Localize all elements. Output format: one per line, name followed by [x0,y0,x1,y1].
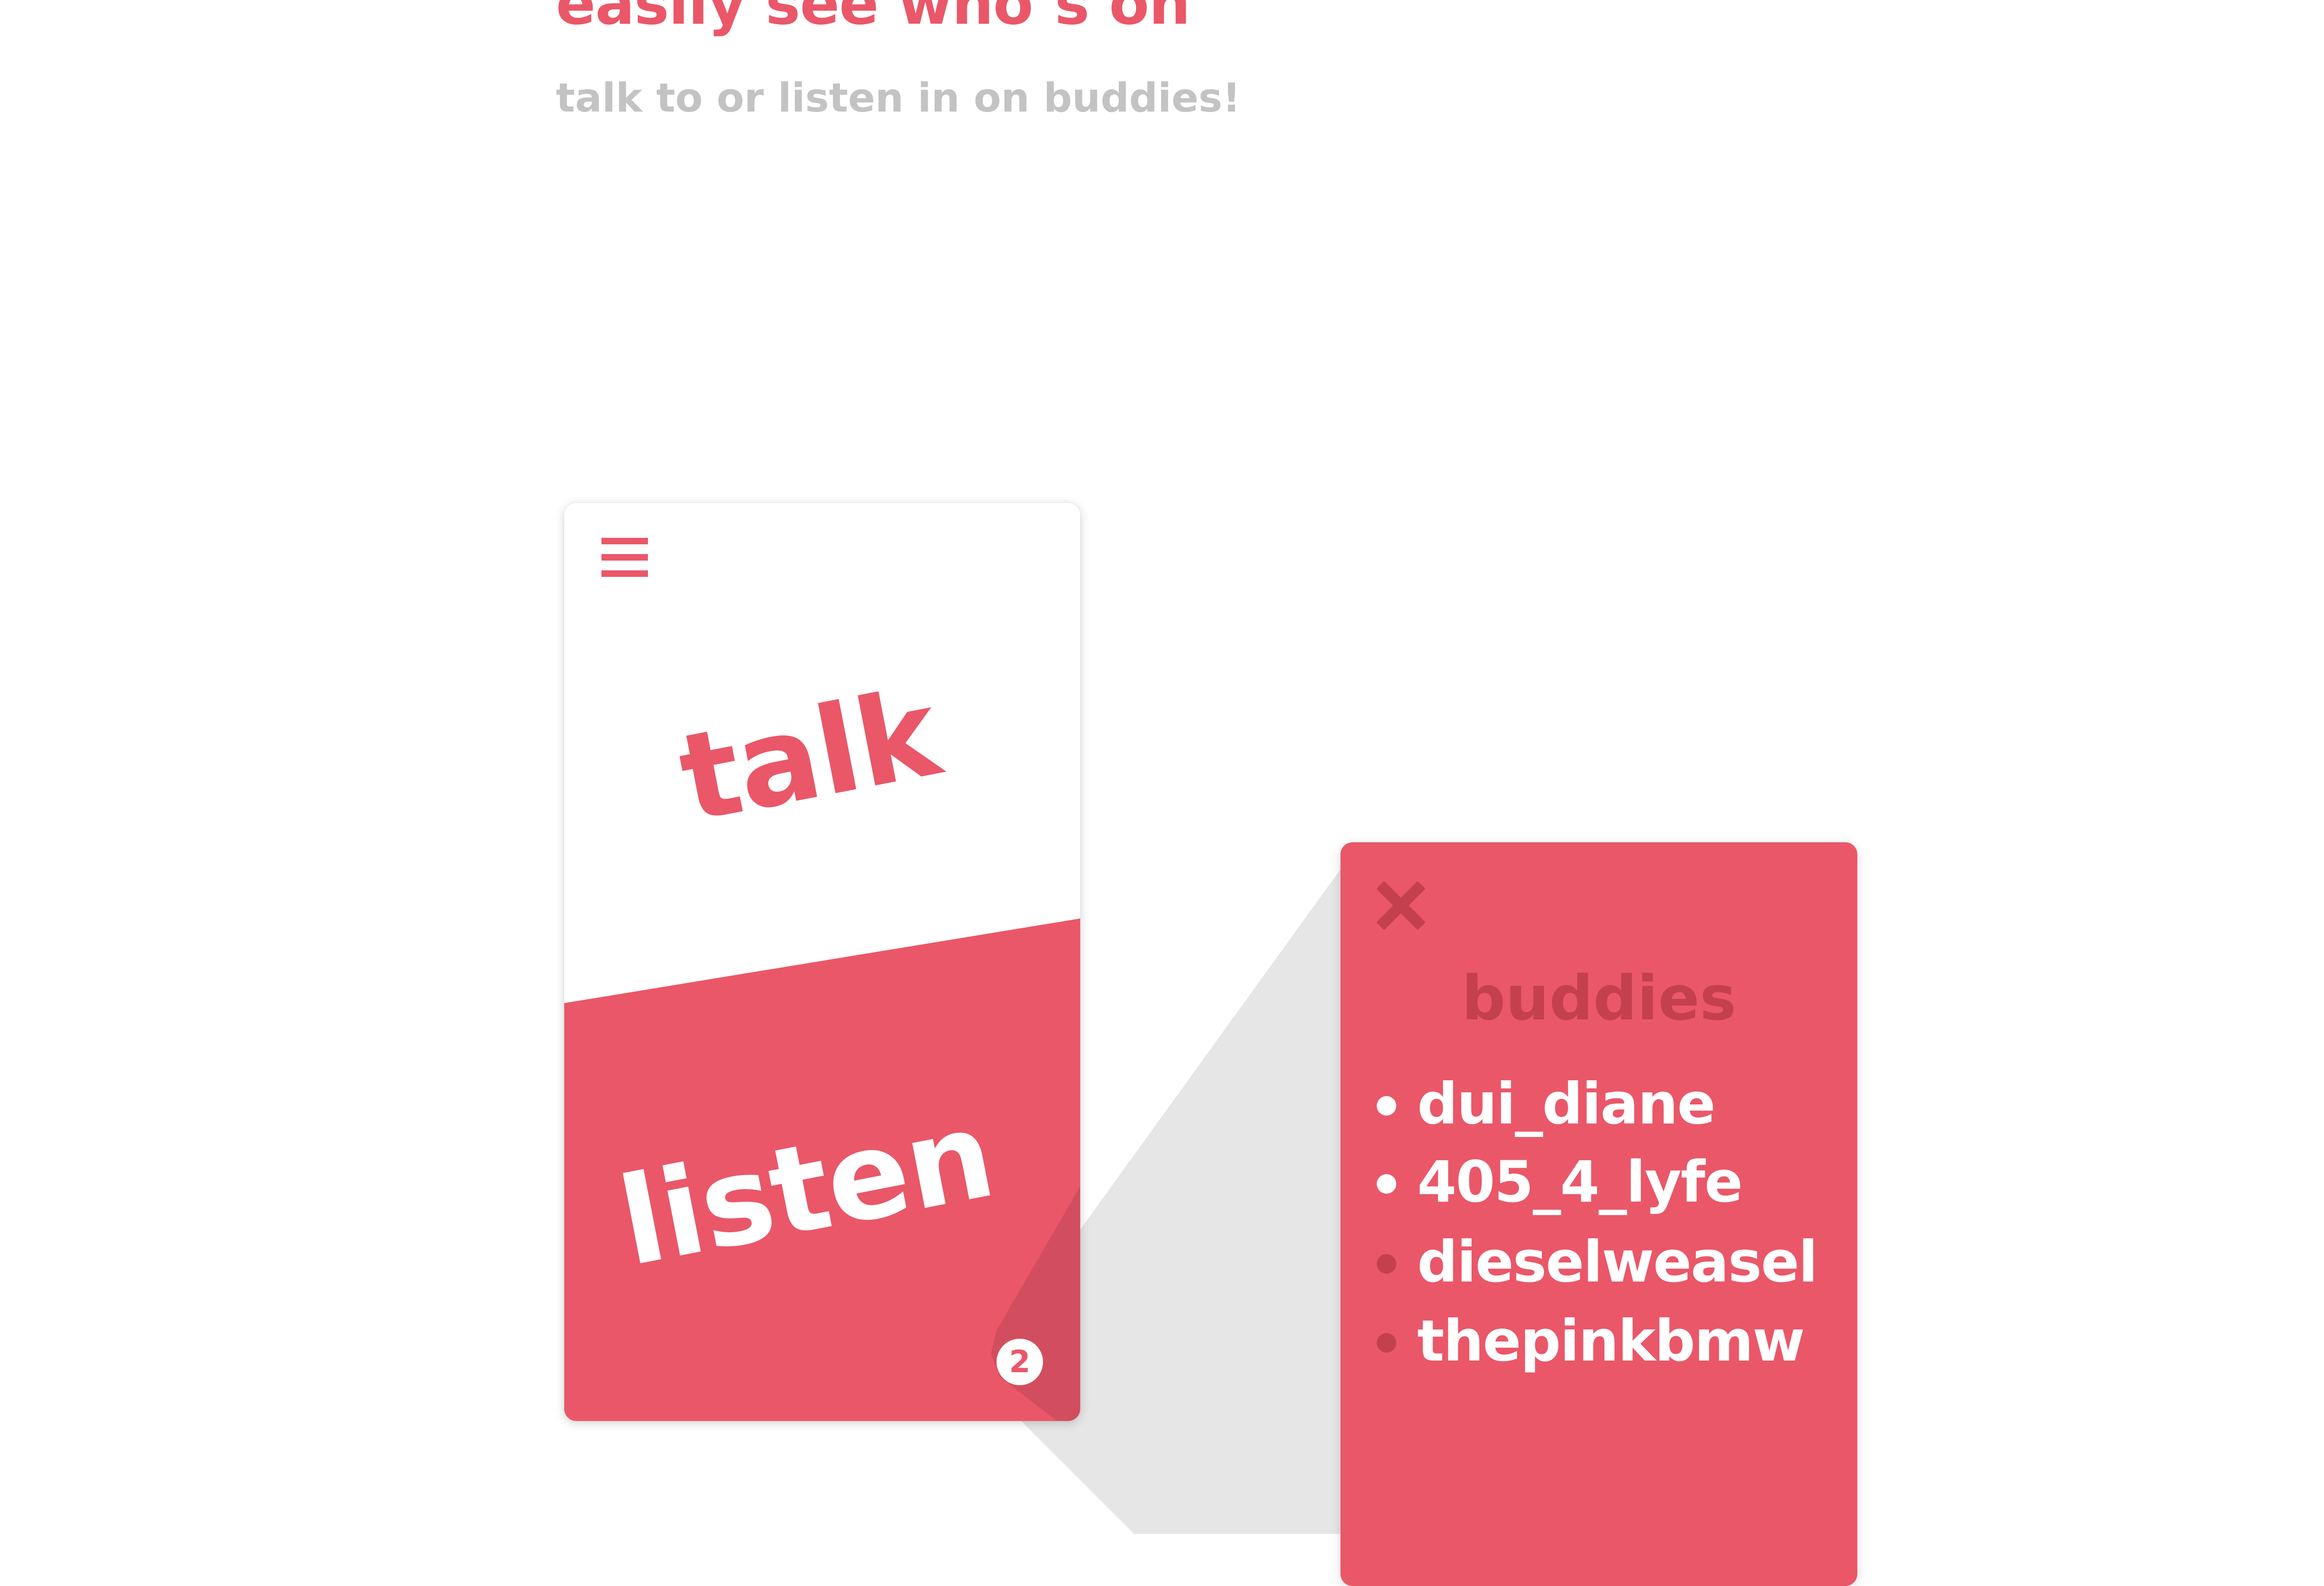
page-subtitle: talk to or listen in on buddies! [556,75,1241,121]
buddy-name: thepinkbmw [1417,1308,1805,1374]
phone-card: talk listen 2 [564,503,1080,1421]
buddies-title: buddies [1461,963,1736,1034]
buddy-item-405-4-lyfe[interactable]: 405_4_lyfe [1340,1147,1852,1217]
menu-bar-middle [601,554,648,561]
buddy-name: 405_4_lyfe [1417,1149,1743,1215]
online-status-dot [1377,1174,1396,1194]
close-icon[interactable] [1375,879,1426,931]
buddies-panel: buddies dui_diane 405_4_lyfe dieselwease… [1340,842,1857,1586]
hamburger-menu-icon[interactable] [601,538,648,580]
menu-bar-bottom [601,570,648,577]
offline-status-dot [1377,1333,1396,1353]
buddy-name: dui_diane [1417,1071,1716,1137]
zoom-connector [991,869,1395,1534]
online-status-dot [1377,1096,1396,1116]
page-title: easily see who’s on [556,0,1190,38]
buddy-name: dieselweasel [1417,1229,1818,1295]
buddy-item-dieselweasel[interactable]: dieselweasel [1340,1227,1852,1297]
buddy-item-thepinkbmw[interactable]: thepinkbmw [1340,1306,1852,1376]
offline-status-dot [1377,1254,1396,1274]
menu-bar-top [601,538,648,544]
buddy-item-dui-diane[interactable]: dui_diane [1340,1069,1852,1139]
listen-count-badge: 2 [997,1339,1043,1385]
